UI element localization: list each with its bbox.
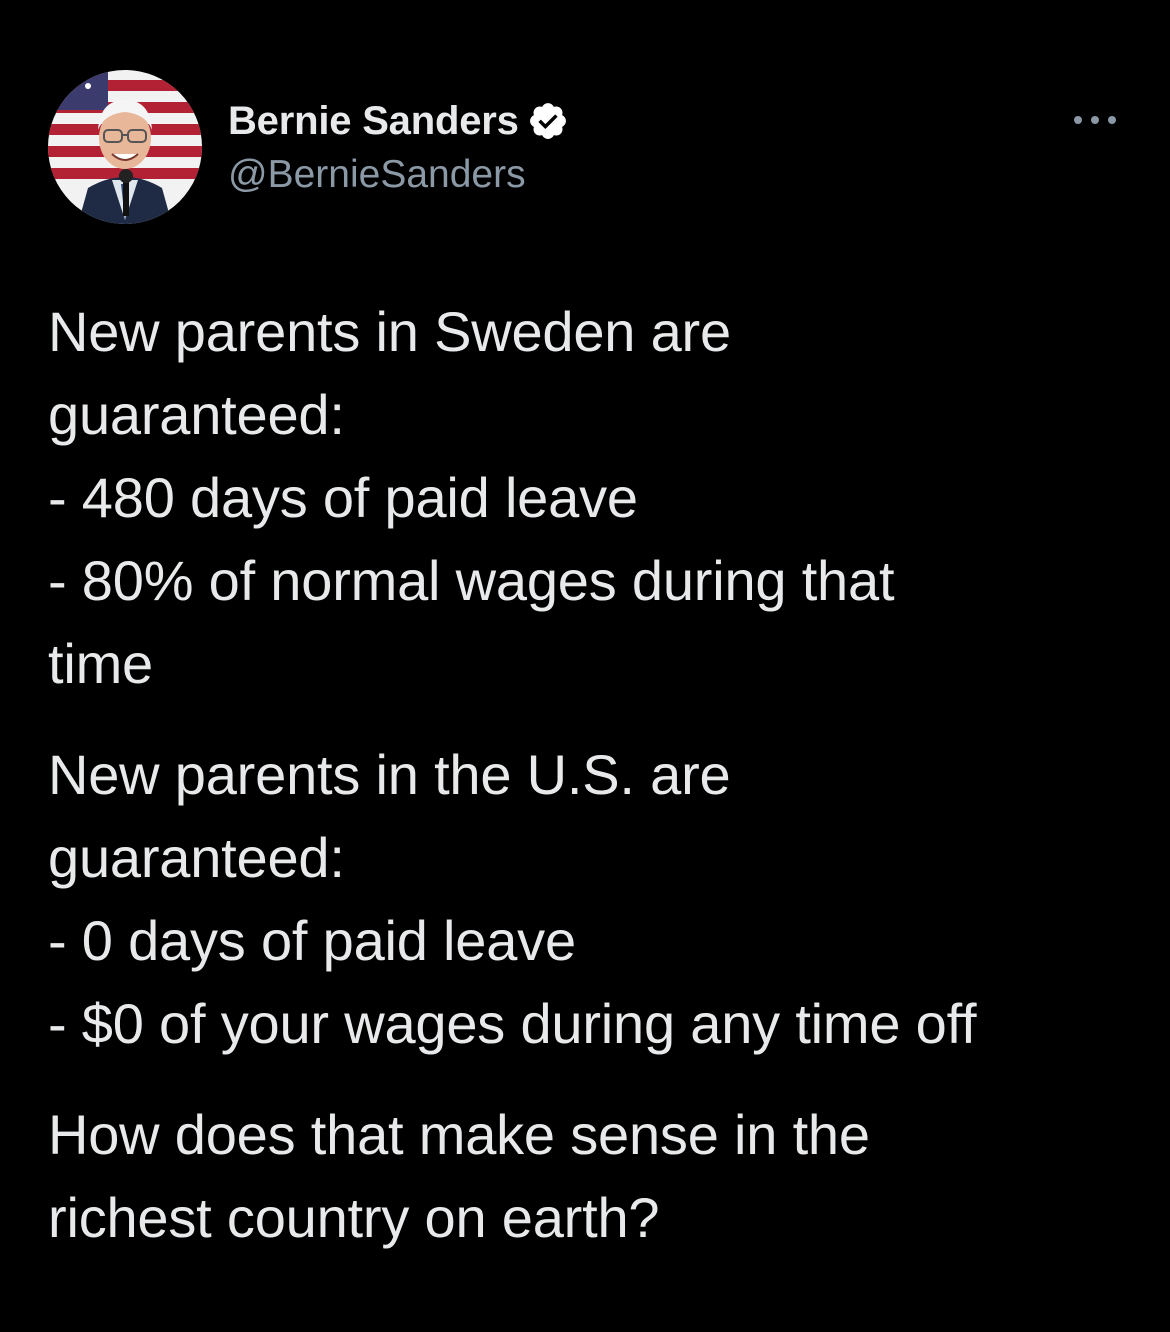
- tweet-line: - 80% of normal wages during that: [48, 549, 895, 612]
- tweet-line: - $0 of your wages during any time off: [48, 992, 977, 1055]
- display-name[interactable]: Bernie Sanders: [228, 98, 519, 144]
- tweet-paragraph-question: How does that make sense in the richest …: [48, 1093, 1138, 1259]
- tweet: Bernie Sanders @BernieSanders New parent…: [0, 0, 1170, 1332]
- author-name-row[interactable]: Bernie Sanders: [228, 98, 569, 144]
- tweet-text: New parents in Sweden are guaranteed: - …: [48, 290, 1138, 1259]
- verified-badge-icon: [527, 100, 569, 142]
- profile-photo-icon: [48, 70, 202, 224]
- tweet-line: New parents in the U.S. are: [48, 743, 731, 806]
- more-options-button[interactable]: [1068, 100, 1122, 140]
- tweet-line: How does that make sense in the: [48, 1103, 870, 1166]
- tweet-line: guaranteed:: [48, 383, 345, 446]
- tweet-line: New parents in Sweden are: [48, 300, 731, 363]
- tweet-paragraph-sweden: New parents in Sweden are guaranteed: - …: [48, 290, 1138, 705]
- tweet-line: - 0 days of paid leave: [48, 909, 576, 972]
- tweet-line: guaranteed:: [48, 826, 345, 889]
- more-dots-icon: [1074, 116, 1116, 124]
- author-handle[interactable]: @BernieSanders: [228, 152, 526, 198]
- tweet-line: time: [48, 632, 153, 695]
- tweet-paragraph-us: New parents in the U.S. are guaranteed: …: [48, 733, 1138, 1065]
- tweet-line: richest country on earth?: [48, 1186, 660, 1249]
- tweet-line: - 480 days of paid leave: [48, 466, 638, 529]
- avatar[interactable]: [48, 70, 202, 224]
